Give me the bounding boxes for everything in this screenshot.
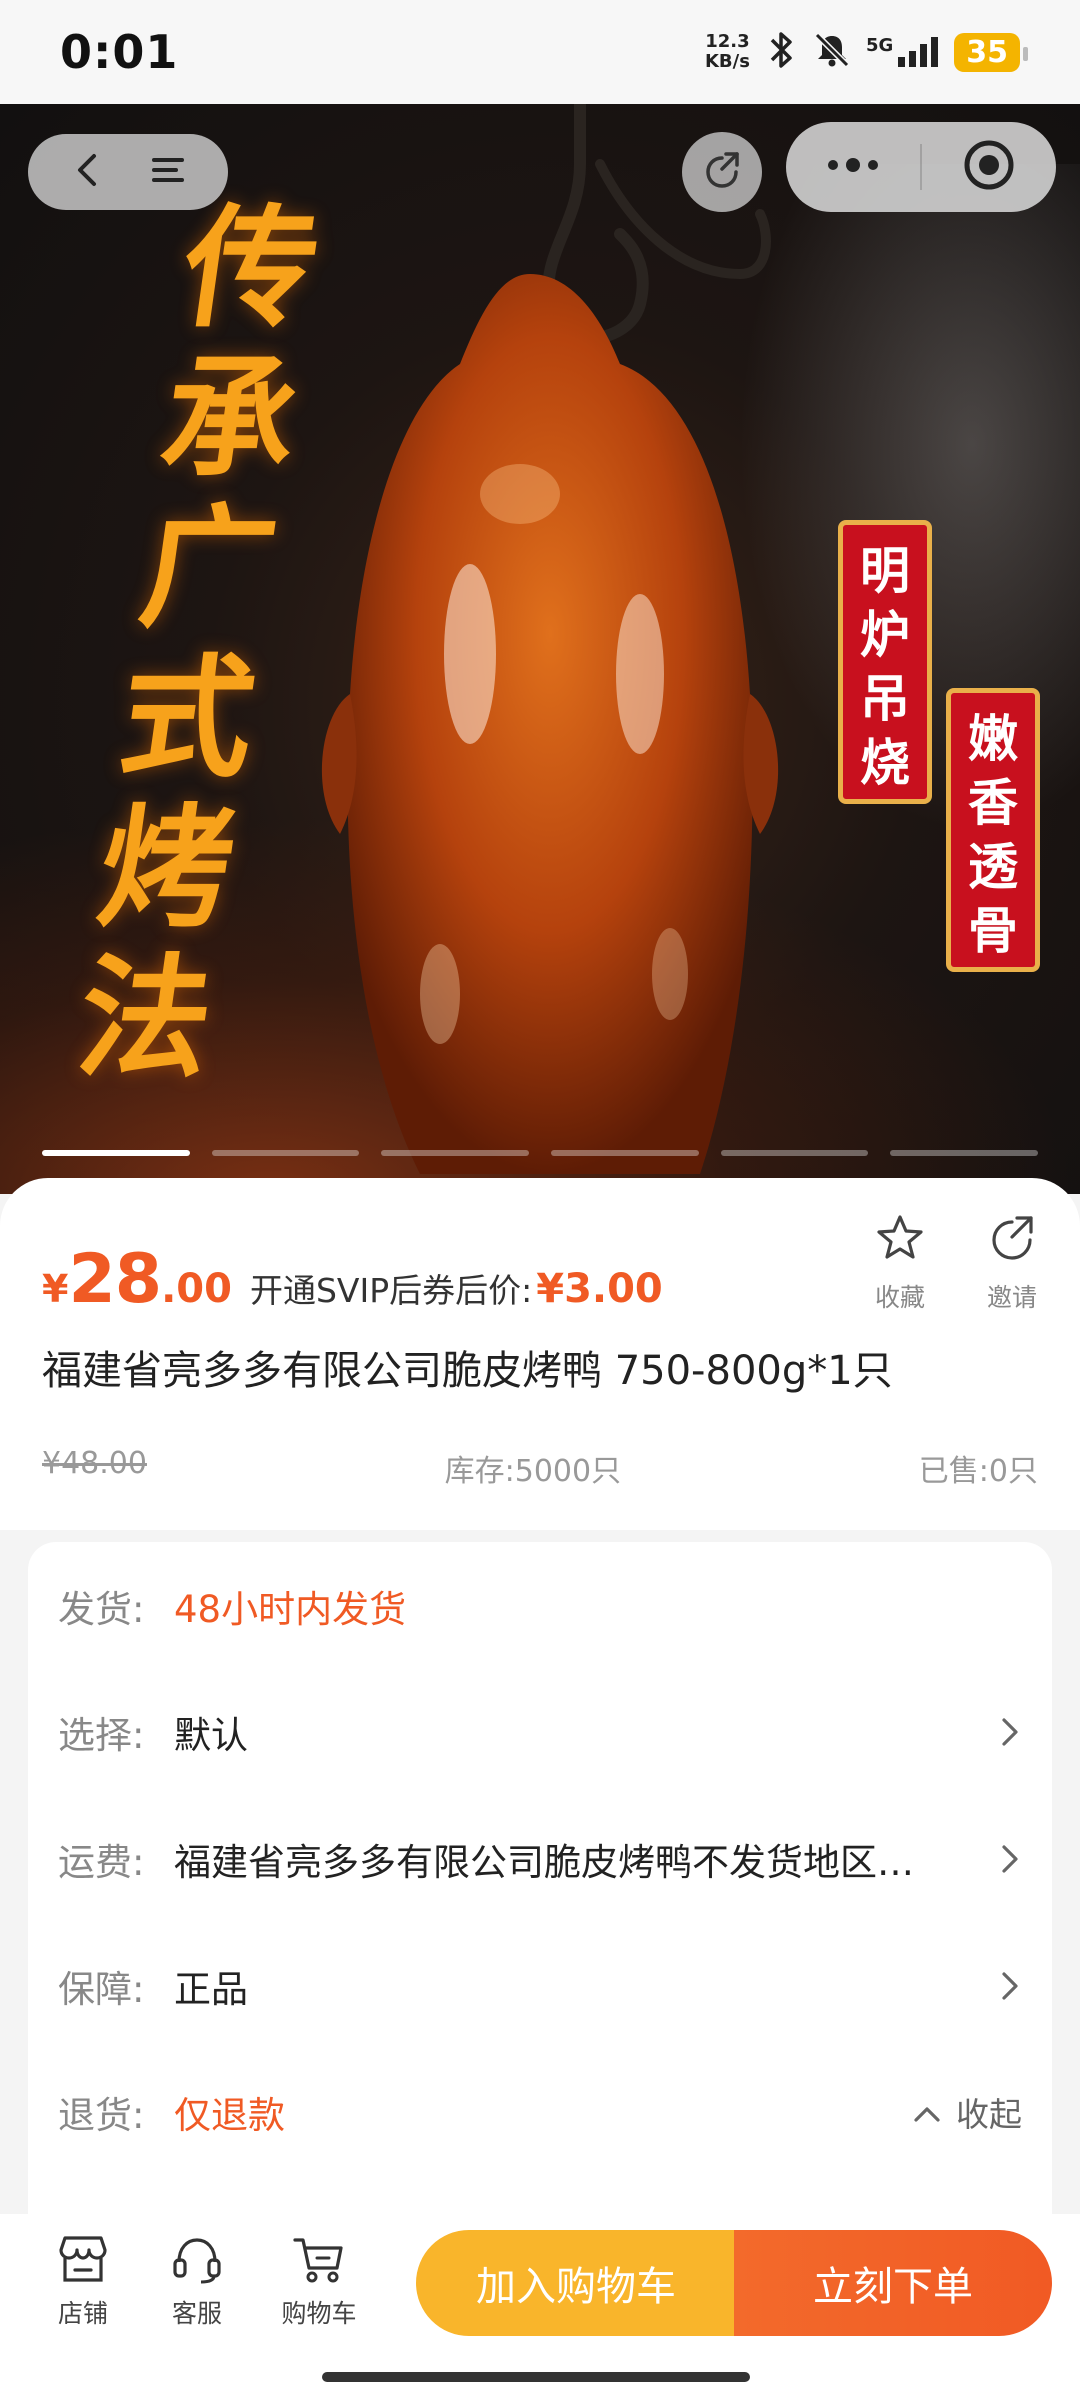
battery-icon: 35 <box>954 32 1028 72</box>
bottom-action-bar: 店铺 客服 购物车 加入购物车 立刻下单 <box>0 2214 1080 2400</box>
net-speed-unit: KB/s <box>704 51 750 72</box>
share-icon <box>700 148 744 196</box>
carousel-indicator <box>42 1150 1039 1156</box>
target-icon <box>963 139 1015 195</box>
returns-value: 仅退款 <box>174 2094 285 2137</box>
carousel-dot[interactable] <box>890 1150 1039 1156</box>
hero-title-char: 法 <box>68 941 223 1096</box>
cart-tab-button[interactable]: 购物车 <box>264 2232 374 2330</box>
hero-tag-nen-xiang: 嫩 香 透 骨 <box>946 688 1040 972</box>
hero-title-char: 式 <box>110 641 265 796</box>
net-speed-value: 12.3 <box>705 31 750 52</box>
carousel-dot[interactable] <box>381 1150 530 1156</box>
tag-char: 嫩 <box>968 709 1018 768</box>
shop-label: 店铺 <box>57 2299 108 2328</box>
freight-value: 福建省亮多多有限公司脆皮烤鸭不发货地区… <box>174 1841 914 1884</box>
share-button[interactable] <box>682 132 762 212</box>
signal-icon: 5G <box>866 35 940 69</box>
tag-char: 香 <box>968 773 1018 832</box>
select-row[interactable]: 选择: 默认 <box>58 1692 1022 1772</box>
shop-button[interactable]: 店铺 <box>28 2232 138 2330</box>
net-speed: 12.3 KB/s <box>705 32 750 72</box>
status-bar: 0:01 12.3 KB/s 5G 35 <box>0 0 1080 104</box>
select-key: 选择: <box>58 1714 145 1757</box>
returns-key: 退货: <box>58 2094 145 2137</box>
mute-bell-icon <box>812 30 852 74</box>
status-time: 0:01 <box>60 25 179 79</box>
nav-back-menu-group <box>28 134 228 210</box>
more-icon <box>823 155 883 179</box>
tag-char: 透 <box>968 837 1018 896</box>
back-icon[interactable] <box>68 150 108 194</box>
add-to-cart-button[interactable]: 加入购物车 <box>416 2230 736 2336</box>
miniapp-capsule <box>786 122 1056 212</box>
hero-title-char: 烤 <box>89 791 244 946</box>
hero-title-char: 广 <box>131 491 286 646</box>
carousel-dot[interactable] <box>211 1150 360 1156</box>
stock-count: 库存:5000只 <box>444 1454 622 1489</box>
carousel-dot[interactable] <box>551 1150 699 1156</box>
tag-char: 吊 <box>860 669 910 728</box>
guarantee-row[interactable]: 保障: 正品 <box>58 1946 1022 2026</box>
product-info-card: ¥ 28 .00 开通SVIP后券后价: ¥3.00 收藏 邀请 福建省亮多多有… <box>0 1178 1080 1530</box>
hero-title-char: 传 <box>173 191 328 346</box>
price-decimal: .00 <box>161 1266 232 1312</box>
tag-char: 骨 <box>968 901 1018 960</box>
freight-key: 运费: <box>58 1841 145 1884</box>
freight-row[interactable]: 运费: 福建省亮多多有限公司脆皮烤鸭不发货地区… <box>58 1819 1022 1899</box>
favorite-label: 收藏 <box>874 1283 925 1312</box>
product-meta-row: ¥48.00 库存:5000只 已售:0只 <box>42 1446 1038 1490</box>
carousel-dot[interactable] <box>42 1150 190 1156</box>
more-button[interactable] <box>786 122 920 212</box>
tag-char: 烧 <box>860 733 910 792</box>
price-row: ¥ 28 .00 开通SVIP后券后价: ¥3.00 <box>42 1240 663 1319</box>
guarantee-value: 正品 <box>174 1968 248 2011</box>
select-value: 默认 <box>174 1714 248 1757</box>
price-integer: 28 <box>68 1240 162 1319</box>
cart-label: 购物车 <box>281 2299 357 2328</box>
product-details-card: 发货: 48小时内发货 选择: 默认 运费: 福建省亮多多有限公司脆皮烤鸭不发货… <box>28 1542 1052 2214</box>
chevron-right-icon <box>982 1841 1022 1877</box>
roast-duck-graphic <box>321 274 779 1174</box>
home-indicator[interactable] <box>322 2372 750 2382</box>
tag-char: 明 <box>860 541 910 600</box>
customer-service-button[interactable]: 客服 <box>142 2232 252 2330</box>
close-miniapp-button[interactable] <box>922 122 1056 212</box>
collapse-button[interactable]: 收起 <box>912 2088 1022 2136</box>
svip-price: ¥3.00 <box>536 1266 663 1312</box>
shipping-key: 发货: <box>58 1588 145 1631</box>
returns-row: 退货: 仅退款 收起 <box>58 2072 1022 2152</box>
invite-button[interactable]: 邀请 <box>967 1212 1057 1314</box>
star-icon <box>874 1212 926 1268</box>
shipping-value: 48小时内发货 <box>174 1588 407 1631</box>
tag-char: 炉 <box>860 605 910 664</box>
cart-icon <box>291 2232 347 2290</box>
bluetooth-icon <box>764 30 798 74</box>
collapse-label: 收起 <box>956 2095 1022 2134</box>
status-icons: 12.3 KB/s 5G 35 <box>705 30 1028 74</box>
menu-icon[interactable] <box>148 150 188 194</box>
chevron-right-icon <box>982 1714 1022 1750</box>
guarantee-key: 保障: <box>58 1968 145 2011</box>
shipping-row: 发货: 48小时内发货 <box>58 1566 1022 1646</box>
service-label: 客服 <box>171 2299 222 2328</box>
product-image-carousel[interactable]: 传 承 广 式 烤 法 明 炉 吊 烧 嫩 香 透 骨 <box>0 104 1080 1194</box>
hero-tag-ming-lu: 明 炉 吊 烧 <box>838 520 932 804</box>
shop-icon <box>55 2232 111 2290</box>
network-type: 5G <box>865 35 894 56</box>
original-price: ¥48.00 <box>42 1446 147 1481</box>
product-title: 福建省亮多多有限公司脆皮烤鸭 750-800g*1只 <box>42 1348 893 1394</box>
sold-count: 已售:0只 <box>918 1454 1038 1489</box>
invite-icon <box>986 1212 1038 1268</box>
favorite-button[interactable]: 收藏 <box>855 1212 945 1314</box>
price-symbol: ¥ <box>42 1267 69 1311</box>
headset-icon <box>169 2232 225 2290</box>
chevron-up-icon <box>912 2093 942 2132</box>
buy-now-button[interactable]: 立刻下单 <box>734 2230 1052 2336</box>
svip-label: 开通SVIP后券后价: <box>249 1271 533 1310</box>
carousel-dot[interactable] <box>720 1150 869 1156</box>
invite-label: 邀请 <box>986 1283 1037 1312</box>
chevron-right-icon <box>982 1968 1022 2004</box>
hero-title-char: 承 <box>152 341 307 496</box>
